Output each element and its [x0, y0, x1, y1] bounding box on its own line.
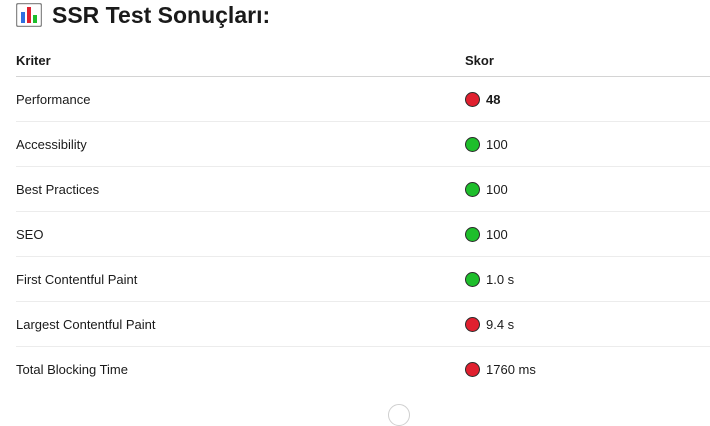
- score-cell: 100: [465, 121, 710, 167]
- red-circle-icon: [465, 361, 480, 377]
- criterion-cell: Largest Contentful Paint: [16, 301, 465, 347]
- table-row: Largest Contentful Paint 9.4 s: [16, 301, 710, 347]
- red-circle-icon: [465, 91, 480, 107]
- criterion-cell: Performance: [16, 76, 465, 122]
- column-header-score: Skor: [465, 44, 710, 77]
- score-cell: 100: [465, 166, 710, 212]
- score-cell: 1.0 s: [465, 256, 710, 302]
- results-table: Kriter Skor Performance 48 Accessibility 10…: [16, 44, 710, 391]
- score-cell: 1760 ms: [465, 347, 710, 392]
- criterion-cell: Best Practices: [16, 166, 465, 212]
- page-title-text: SSR Test Sonuçları:: [52, 1, 271, 28]
- score-wrapper: 100: [465, 181, 710, 197]
- criterion-cell: Total Blocking Time: [16, 361, 128, 377]
- score-wrapper: 1.0 s: [465, 271, 710, 287]
- score-wrapper: 100: [465, 226, 710, 242]
- score-cell: 100: [465, 211, 710, 257]
- green-circle-icon: [465, 181, 480, 197]
- green-circle-icon: [465, 271, 480, 287]
- score-wrapper: 1760 ms: [465, 361, 710, 377]
- table-row: Best Practices 100: [16, 166, 710, 212]
- criterion-cell: First Contentful Paint: [16, 256, 465, 302]
- table-header-row: Kriter Skor: [16, 44, 710, 77]
- green-circle-icon: [465, 136, 480, 152]
- table-row: First Contentful Paint 1.0 s: [16, 256, 710, 302]
- score-value: 100: [486, 136, 508, 152]
- table-row: Accessibility 100: [16, 121, 710, 167]
- criterion-cell: SEO: [16, 211, 465, 257]
- score-wrapper: 100: [465, 136, 710, 152]
- table-row: Total Blocking Time 1760 ms: [16, 347, 710, 392]
- score-value: 100: [486, 181, 508, 197]
- red-circle-icon: [465, 316, 480, 332]
- score-value: 100: [486, 226, 508, 242]
- bar-chart-icon: [16, 3, 42, 27]
- table-row: Performance 48: [16, 76, 710, 122]
- score-cell: 48: [465, 76, 710, 122]
- green-circle-icon: [465, 226, 480, 242]
- score-value: 9.4 s: [486, 316, 515, 332]
- page-title: SSR Test Sonuçları:: [16, 0, 270, 30]
- score-value: 1.0 s: [486, 271, 515, 287]
- scroll-indicator: [388, 404, 410, 426]
- score-wrapper: 48: [465, 91, 710, 107]
- score-value: 1760 ms: [486, 361, 536, 377]
- criterion-cell: Accessibility: [16, 121, 465, 167]
- column-header-criterion: Kriter: [16, 44, 465, 77]
- score-wrapper: 9.4 s: [465, 316, 710, 332]
- table-row: SEO 100: [16, 211, 710, 257]
- score-value: 48: [486, 91, 501, 107]
- score-cell: 9.4 s: [465, 301, 710, 347]
